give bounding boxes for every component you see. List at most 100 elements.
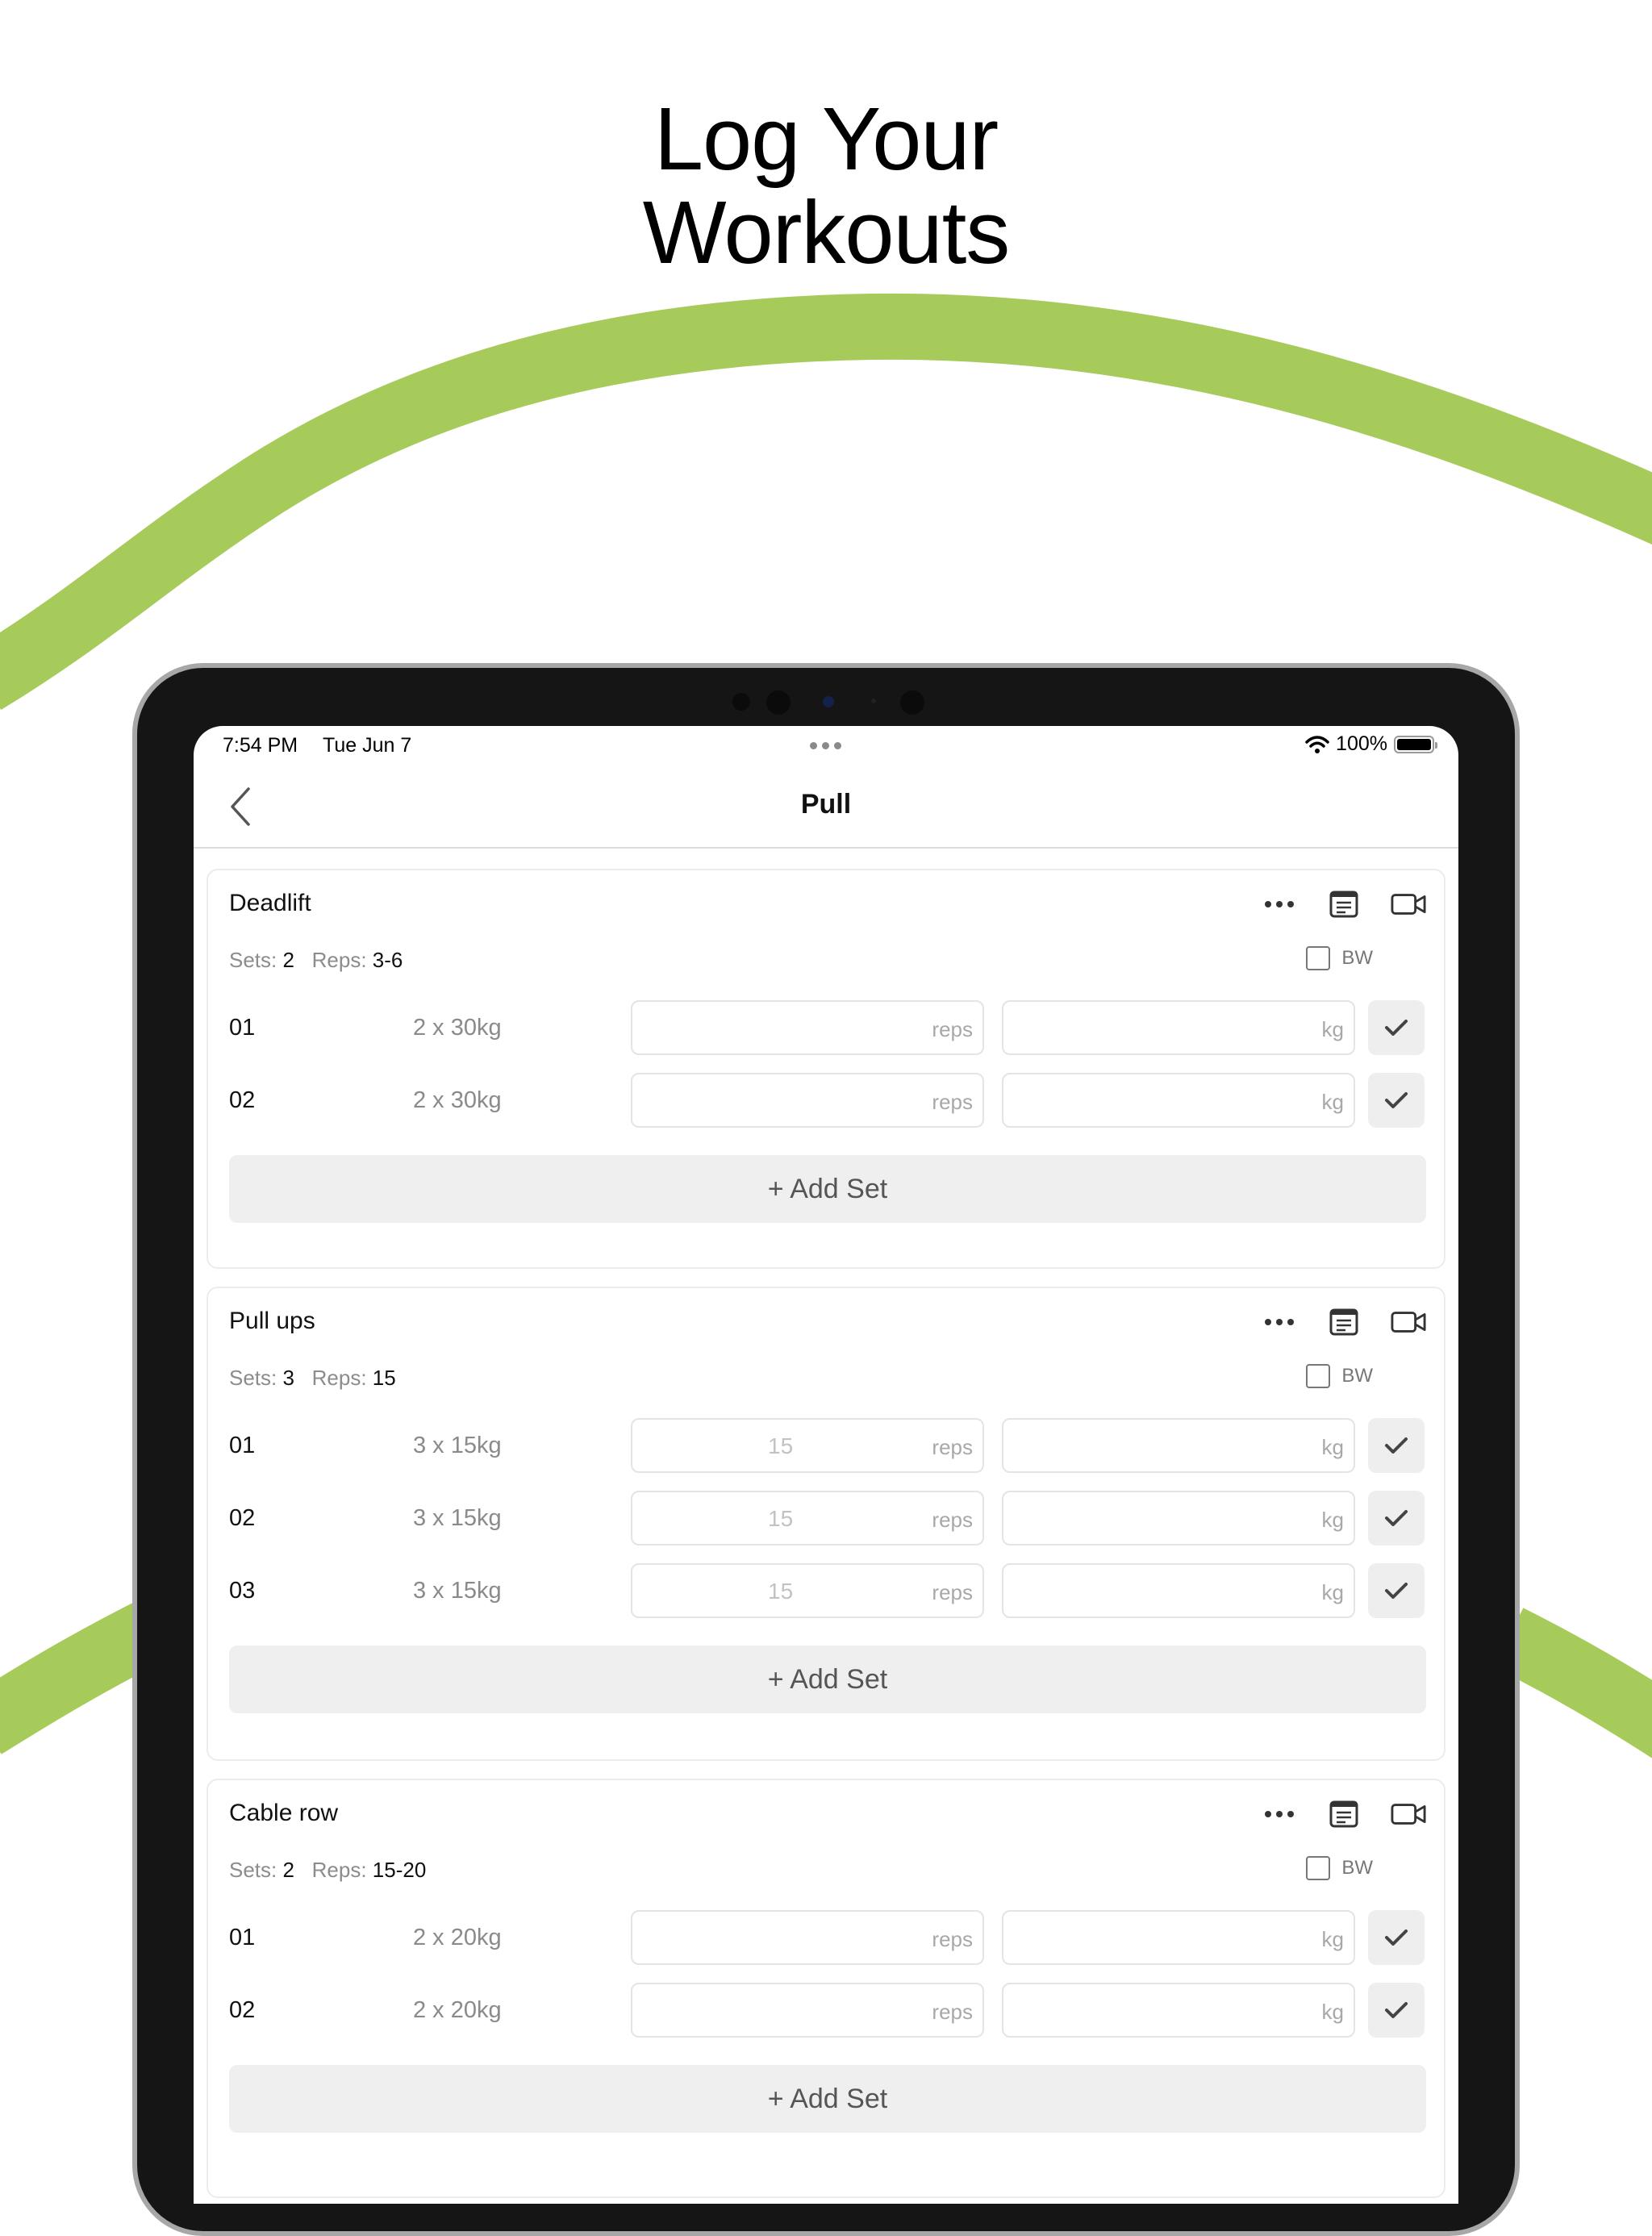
exercise-name: Deadlift <box>229 890 311 916</box>
video-camera-icon[interactable] <box>1391 1798 1426 1830</box>
reps-unit: reps <box>932 2000 973 2024</box>
weight-input[interactable]: kg <box>1002 1563 1355 1618</box>
page-title: Pull <box>800 789 852 820</box>
complete-set-button[interactable] <box>1368 1418 1425 1473</box>
set-target: 3 x 15kg <box>413 1433 502 1458</box>
exercise-meta: Sets: 2 Reps: 3-6 <box>229 948 403 973</box>
reps-value: 3-6 <box>372 948 403 972</box>
sets-label: Sets: <box>229 948 277 972</box>
reps-input[interactable]: reps <box>631 1910 984 1965</box>
exercise-actions <box>1262 888 1426 920</box>
bodyweight-checkbox[interactable] <box>1306 1856 1331 1880</box>
complete-set-button[interactable] <box>1368 1983 1425 2038</box>
reps-value: 15 <box>768 1579 794 1604</box>
more-options-icon[interactable] <box>1262 1306 1297 1338</box>
exercise-meta: Sets: 3 Reps: 15 <box>229 1366 396 1391</box>
weight-unit: kg <box>1321 1927 1344 1951</box>
notes-icon[interactable] <box>1326 888 1362 920</box>
exercise-meta: Sets: 2 Reps: 15-20 <box>229 1858 426 1883</box>
weight-input[interactable]: kg <box>1002 1910 1355 1965</box>
navigation-bar: Pull <box>194 765 1458 849</box>
checkmark-icon <box>1385 1510 1408 1526</box>
set-row: 03 3 x 15kg 15 reps kg <box>208 1563 1444 1620</box>
weight-unit: kg <box>1321 1017 1344 1041</box>
weight-unit: kg <box>1321 1508 1344 1532</box>
bodyweight-label: BW <box>1341 1365 1373 1387</box>
complete-set-button[interactable] <box>1368 1910 1425 1965</box>
set-number: 02 <box>229 1087 256 1113</box>
app-screen: 7:54 PM Tue Jun 7 100% Pull Deadlift Set… <box>194 726 1458 2204</box>
bodyweight-toggle[interactable]: BW <box>1306 946 1373 970</box>
multitasking-dots-icon[interactable] <box>810 742 841 749</box>
battery-icon <box>1394 735 1437 753</box>
weight-input[interactable]: kg <box>1002 1418 1355 1473</box>
bodyweight-label: BW <box>1341 947 1373 969</box>
camera-bar <box>137 687 1515 716</box>
reps-input[interactable]: reps <box>631 1000 984 1055</box>
checkmark-icon <box>1385 1092 1408 1108</box>
set-target: 2 x 20kg <box>413 1997 502 2023</box>
checkmark-icon <box>1385 1583 1408 1599</box>
add-set-button[interactable]: + Add Set <box>229 2065 1426 2133</box>
reps-value: 15-20 <box>372 1858 427 1882</box>
notes-icon[interactable] <box>1326 1306 1362 1338</box>
notes-icon[interactable] <box>1326 1798 1362 1830</box>
reps-input[interactable]: 15 reps <box>631 1418 984 1473</box>
video-camera-icon[interactable] <box>1391 888 1426 920</box>
bodyweight-checkbox[interactable] <box>1306 946 1331 970</box>
video-camera-icon[interactable] <box>1391 1306 1426 1338</box>
reps-input[interactable]: reps <box>631 1073 984 1128</box>
weight-input[interactable]: kg <box>1002 1491 1355 1546</box>
complete-set-button[interactable] <box>1368 1073 1425 1128</box>
reps-value: 15 <box>372 1366 396 1390</box>
set-target: 3 x 15kg <box>413 1505 502 1531</box>
weight-input[interactable]: kg <box>1002 1983 1355 2038</box>
front-camera-icon <box>823 696 834 707</box>
set-row: 01 3 x 15kg 15 reps kg <box>208 1418 1444 1475</box>
set-number: 01 <box>229 1433 256 1458</box>
reps-value: 15 <box>768 1506 794 1531</box>
weight-input[interactable]: kg <box>1002 1000 1355 1055</box>
more-options-icon[interactable] <box>1262 1798 1297 1830</box>
status-date: Tue Jun 7 <box>323 734 412 757</box>
reps-unit: reps <box>932 1090 973 1114</box>
exercise-card: Pull ups Sets: 3 Reps: 15 BW 01 3 x 15kg <box>206 1287 1446 1761</box>
reps-label: Reps: <box>311 1366 367 1390</box>
set-target: 2 x 30kg <box>413 1015 502 1041</box>
checkmark-icon <box>1385 2002 1408 2018</box>
reps-value: 15 <box>768 1433 794 1458</box>
exercise-actions <box>1262 1798 1426 1830</box>
headline-line-2: Workouts <box>642 183 1011 282</box>
sensor-icon <box>732 693 750 711</box>
set-number: 02 <box>229 1997 256 2023</box>
exercise-card: Cable row Sets: 2 Reps: 15-20 BW 01 2 x … <box>206 1779 1446 2198</box>
bodyweight-toggle[interactable]: BW <box>1306 1856 1373 1880</box>
reps-input[interactable]: 15 reps <box>631 1563 984 1618</box>
headline-line-1: Log Your <box>653 90 999 189</box>
complete-set-button[interactable] <box>1368 1491 1425 1546</box>
set-target: 2 x 20kg <box>413 1925 502 1950</box>
bodyweight-toggle[interactable]: BW <box>1306 1364 1373 1388</box>
reps-unit: reps <box>932 1435 973 1459</box>
complete-set-button[interactable] <box>1368 1000 1425 1055</box>
bodyweight-checkbox[interactable] <box>1306 1364 1331 1388</box>
add-set-button[interactable]: + Add Set <box>229 1155 1426 1223</box>
status-right: 100% <box>1305 732 1437 756</box>
set-number: 03 <box>229 1578 256 1604</box>
headline: Log Your Workouts <box>0 93 1652 280</box>
weight-unit: kg <box>1321 2000 1344 2024</box>
sets-value: 3 <box>282 1366 294 1390</box>
set-number: 02 <box>229 1505 256 1531</box>
reps-label: Reps: <box>311 1858 367 1882</box>
weight-unit: kg <box>1321 1090 1344 1114</box>
reps-input[interactable]: 15 reps <box>631 1491 984 1546</box>
checkmark-icon <box>1385 1437 1408 1454</box>
set-row: 02 3 x 15kg 15 reps kg <box>208 1491 1444 1547</box>
weight-input[interactable]: kg <box>1002 1073 1355 1128</box>
reps-unit: reps <box>932 1580 973 1604</box>
add-set-button[interactable]: + Add Set <box>229 1646 1426 1713</box>
complete-set-button[interactable] <box>1368 1563 1425 1618</box>
reps-input[interactable]: reps <box>631 1983 984 2038</box>
reps-label: Reps: <box>311 948 367 972</box>
more-options-icon[interactable] <box>1262 888 1297 920</box>
